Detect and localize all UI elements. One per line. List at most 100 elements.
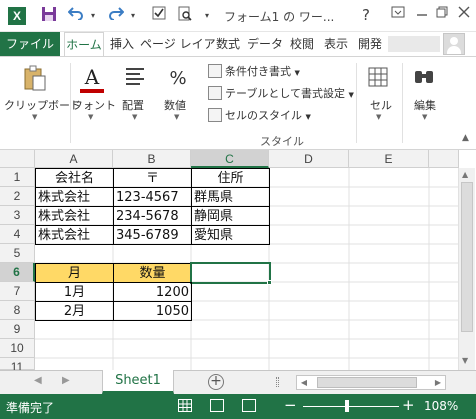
tab-page-layout[interactable]: ページ レイア bbox=[140, 32, 216, 56]
column-header-b[interactable]: B bbox=[113, 150, 191, 168]
clipboard-group[interactable]: クリップボード ▼ bbox=[0, 57, 81, 149]
table-cell[interactable]: 345-6789 bbox=[113, 225, 192, 245]
active-cell-c6[interactable] bbox=[190, 262, 271, 284]
tab-review[interactable]: 校閲 bbox=[286, 32, 318, 56]
row-header[interactable]: 10 bbox=[0, 339, 35, 358]
avatar[interactable] bbox=[443, 33, 465, 55]
row-header[interactable]: 9 bbox=[0, 320, 35, 339]
column-header-c[interactable]: C bbox=[191, 150, 269, 168]
cell-styles-icon bbox=[208, 108, 222, 122]
fill-handle[interactable] bbox=[267, 280, 272, 285]
page-layout-view-icon[interactable] bbox=[210, 399, 224, 412]
next-sheet-icon[interactable]: ▶ bbox=[62, 375, 70, 386]
table-header-cell[interactable]: 住所 bbox=[191, 168, 270, 188]
chevron-down-icon: ▼ bbox=[305, 113, 311, 121]
table-cell[interactable]: 株式会社 bbox=[35, 187, 114, 207]
tab-developer[interactable]: 開発 bbox=[354, 32, 386, 56]
table-cell[interactable]: 1月 bbox=[35, 282, 114, 302]
ribbon-separator bbox=[356, 63, 357, 143]
row-header[interactable]: 1 bbox=[0, 168, 35, 187]
undo-icon[interactable] bbox=[66, 6, 86, 26]
row-header[interactable]: 3 bbox=[0, 206, 35, 225]
help-icon[interactable]: ? bbox=[362, 6, 370, 24]
cells-group[interactable]: セル ▼ bbox=[362, 57, 398, 149]
font-label: フォント bbox=[72, 99, 116, 112]
table-header-cell[interactable]: 会社名 bbox=[35, 168, 114, 188]
tab-formulas[interactable]: 数式 bbox=[212, 32, 244, 56]
alignment-group[interactable]: 配置 ▼ bbox=[118, 57, 154, 149]
conditional-formatting-button[interactable]: 条件付き書式 ▼ bbox=[208, 63, 300, 81]
row-header[interactable]: 2 bbox=[0, 187, 35, 206]
table-cell[interactable]: 静岡県 bbox=[191, 206, 270, 226]
row-header[interactable]: 8 bbox=[0, 301, 35, 320]
tab-splitter-handle[interactable] bbox=[276, 377, 279, 387]
alignment-label: 配置 bbox=[122, 99, 144, 112]
previous-sheet-icon[interactable]: ◀ bbox=[34, 375, 42, 386]
zoom-in-icon[interactable]: + bbox=[402, 396, 415, 414]
normal-view-icon[interactable] bbox=[178, 399, 192, 412]
scroll-right-icon[interactable]: ▶ bbox=[431, 376, 445, 389]
table-cell[interactable]: 2月 bbox=[35, 301, 114, 321]
tab-insert[interactable]: 挿入 bbox=[106, 32, 138, 56]
checkbox-icon[interactable] bbox=[150, 6, 168, 26]
table-header-cell[interactable]: 〒 bbox=[113, 168, 192, 188]
print-preview-icon[interactable] bbox=[176, 6, 194, 26]
table-cell[interactable]: 株式会社 bbox=[35, 225, 114, 245]
table-cell[interactable]: 1050 bbox=[113, 301, 192, 321]
sheet-tab-sheet1[interactable]: Sheet1 bbox=[102, 370, 174, 394]
restore-icon[interactable] bbox=[430, 4, 454, 26]
table-cell[interactable]: 群馬県 bbox=[191, 187, 270, 207]
column-header-d[interactable]: D bbox=[269, 150, 349, 168]
select-all-corner[interactable] bbox=[0, 150, 35, 168]
undo-dropdown-icon[interactable]: ▾ bbox=[88, 6, 98, 26]
excel-app-icon[interactable]: X bbox=[8, 7, 26, 25]
column-header-f[interactable] bbox=[429, 150, 459, 168]
zoom-slider-thumb[interactable] bbox=[345, 400, 349, 412]
vertical-scroll-thumb[interactable] bbox=[461, 182, 473, 332]
vertical-scrollbar[interactable]: ▲ ▼ bbox=[458, 168, 475, 370]
ribbon-separator bbox=[70, 63, 71, 143]
close-icon[interactable] bbox=[452, 4, 476, 26]
add-sheet-button[interactable]: + bbox=[208, 374, 224, 390]
font-group[interactable]: A フォント ▼ bbox=[72, 57, 116, 149]
column-header-a[interactable]: A bbox=[35, 150, 113, 168]
horizontal-scrollbar[interactable]: ◀ ▶ bbox=[296, 375, 446, 390]
scroll-left-icon[interactable]: ◀ bbox=[297, 376, 311, 389]
row-header[interactable]: 4 bbox=[0, 225, 35, 244]
table-cell[interactable]: 234-5678 bbox=[113, 206, 192, 226]
save-icon[interactable] bbox=[40, 6, 58, 26]
table-header-cell[interactable]: 月 bbox=[35, 263, 114, 283]
number-group[interactable]: % 数値 ▼ bbox=[160, 57, 196, 149]
row-header-selected[interactable]: 6 bbox=[0, 263, 35, 282]
collapse-ribbon-icon[interactable]: ▲ bbox=[462, 133, 469, 143]
format-as-table-button[interactable]: テーブルとして書式設定 ▼ bbox=[208, 85, 354, 103]
redo-icon[interactable] bbox=[106, 6, 126, 26]
cell-styles-button[interactable]: セルのスタイル ▼ bbox=[208, 107, 311, 125]
editing-group[interactable]: 編集 ▼ bbox=[408, 57, 448, 149]
zoom-slider-track[interactable] bbox=[303, 406, 399, 407]
table-header-cell[interactable]: 数量 bbox=[113, 263, 192, 283]
horizontal-scroll-thumb[interactable] bbox=[317, 377, 417, 388]
redo-dropdown-icon[interactable]: ▾ bbox=[128, 6, 138, 26]
ribbon-display-icon[interactable] bbox=[386, 4, 410, 26]
account-name[interactable] bbox=[388, 36, 440, 52]
page-break-preview-icon[interactable] bbox=[242, 399, 256, 412]
table-cell[interactable]: 愛知県 bbox=[191, 225, 270, 245]
row-header[interactable]: 7 bbox=[0, 282, 35, 301]
row-header[interactable]: 5 bbox=[0, 244, 35, 263]
tab-view[interactable]: 表示 bbox=[320, 32, 352, 56]
tab-home[interactable]: ホーム bbox=[64, 32, 104, 57]
scroll-down-icon[interactable]: ▼ bbox=[462, 356, 468, 365]
zoom-out-icon[interactable]: − bbox=[284, 396, 297, 414]
scroll-up-icon[interactable]: ▲ bbox=[462, 170, 468, 179]
chevron-down-icon: ▼ bbox=[348, 91, 354, 99]
column-header-e[interactable]: E bbox=[349, 150, 429, 168]
table-cell[interactable]: 123-4567 bbox=[113, 187, 192, 207]
table-cell[interactable]: 1200 bbox=[113, 282, 192, 302]
tab-data[interactable]: データ bbox=[246, 32, 284, 56]
customize-toolbar-icon[interactable]: ▾ bbox=[200, 6, 214, 26]
tab-file[interactable]: ファイル bbox=[0, 32, 60, 56]
zoom-level[interactable]: 108% bbox=[424, 399, 458, 413]
row-header[interactable]: 11 bbox=[0, 358, 35, 374]
table-cell[interactable]: 株式会社 bbox=[35, 206, 114, 226]
